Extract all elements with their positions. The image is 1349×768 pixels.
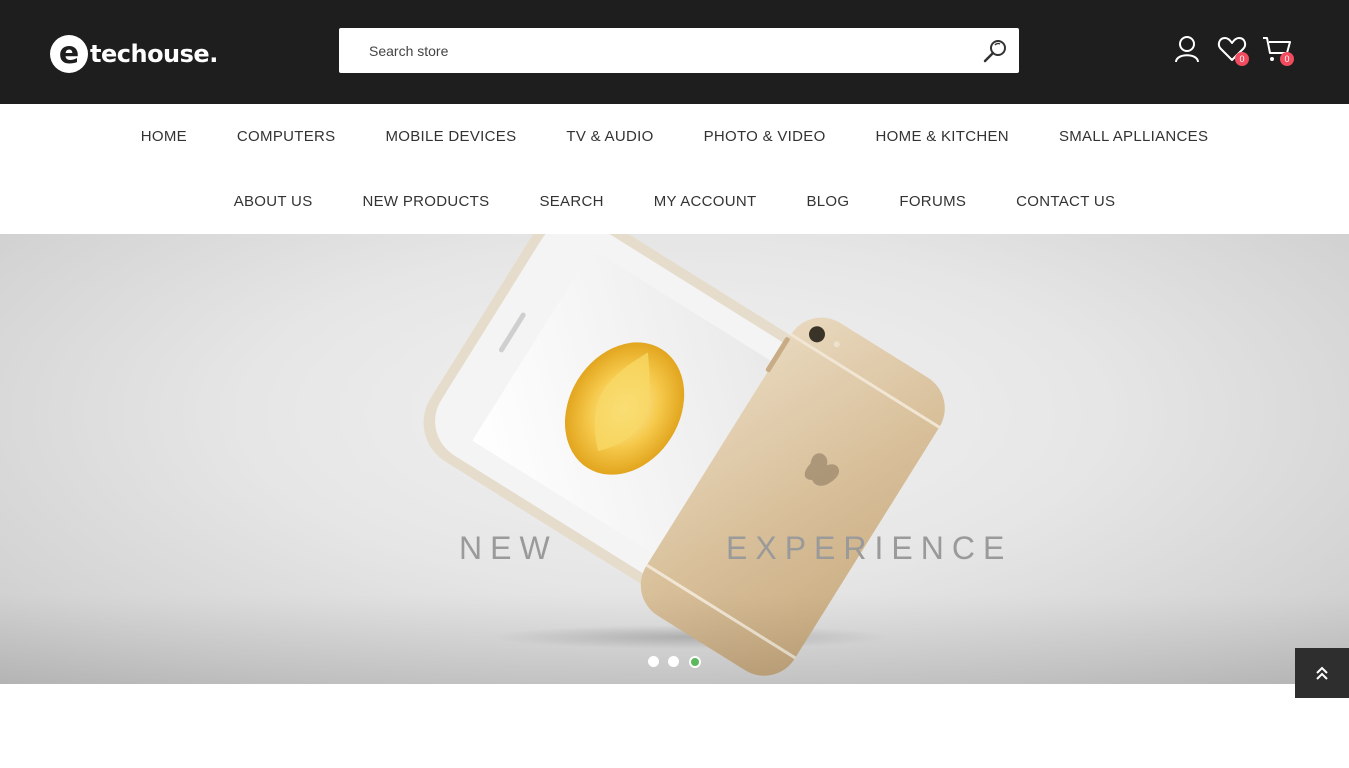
nav-item-search[interactable]: SEARCH <box>514 193 628 211</box>
search-button[interactable] <box>981 37 1009 65</box>
store-logo[interactable]: e techouse. <box>50 35 218 73</box>
logo-mark: e <box>50 35 88 73</box>
account-button[interactable] <box>1172 34 1202 64</box>
nav-item-about-us[interactable]: ABOUT US <box>209 193 338 211</box>
nav-item-home-kitchen[interactable]: HOME & KITCHEN <box>851 128 1034 146</box>
wishlist-button[interactable]: 0 <box>1217 34 1249 66</box>
nav-item-forums[interactable]: FORUMS <box>874 193 991 211</box>
slider-pagination <box>0 656 1349 668</box>
user-icon <box>1175 36 1199 63</box>
search-input[interactable] <box>339 28 969 73</box>
nav-item-photo-video[interactable]: PHOTO & VIDEO <box>679 128 851 146</box>
hero-slider[interactable]: NEW EXPERIENCE <box>0 234 1349 684</box>
nav-row-primary: HOME COMPUTERS MOBILE DEVICES TV & AUDIO… <box>0 128 1349 146</box>
nav-item-my-account[interactable]: MY ACCOUNT <box>629 193 782 211</box>
nav-item-computers[interactable]: COMPUTERS <box>212 128 361 146</box>
search-box <box>339 28 1019 73</box>
nav-item-home[interactable]: HOME <box>116 128 212 146</box>
nav-row-secondary: ABOUT US NEW PRODUCTS SEARCH MY ACCOUNT … <box>0 193 1349 211</box>
back-to-top-button[interactable] <box>1295 648 1349 698</box>
nav-item-new-products[interactable]: NEW PRODUCTS <box>338 193 515 211</box>
cart-button[interactable]: 0 <box>1262 34 1294 66</box>
nav-item-mobile-devices[interactable]: MOBILE DEVICES <box>360 128 541 146</box>
cart-count-badge: 0 <box>1280 52 1294 66</box>
nav-item-tv-audio[interactable]: TV & AUDIO <box>541 128 678 146</box>
slider-dot-2[interactable] <box>668 656 679 667</box>
nav-item-contact-us[interactable]: CONTACT US <box>991 193 1140 211</box>
hero-caption-left: NEW <box>459 530 558 566</box>
double-chevron-up-icon <box>1316 666 1328 680</box>
main-navigation: HOME COMPUTERS MOBILE DEVICES TV & AUDIO… <box>0 104 1349 234</box>
top-header: e techouse. 0 0 <box>0 0 1349 104</box>
nav-item-blog[interactable]: BLOG <box>781 193 874 211</box>
hero-caption-right: EXPERIENCE <box>726 530 1013 566</box>
slider-dot-3[interactable] <box>689 656 701 668</box>
slider-dot-1[interactable] <box>648 656 659 667</box>
search-icon <box>983 40 1006 63</box>
hero-shade <box>0 594 1349 684</box>
nav-item-small-appliances[interactable]: SMALL APLLIANCES <box>1034 128 1233 146</box>
logo-text: techouse. <box>90 40 218 68</box>
wishlist-count-badge: 0 <box>1235 52 1249 66</box>
